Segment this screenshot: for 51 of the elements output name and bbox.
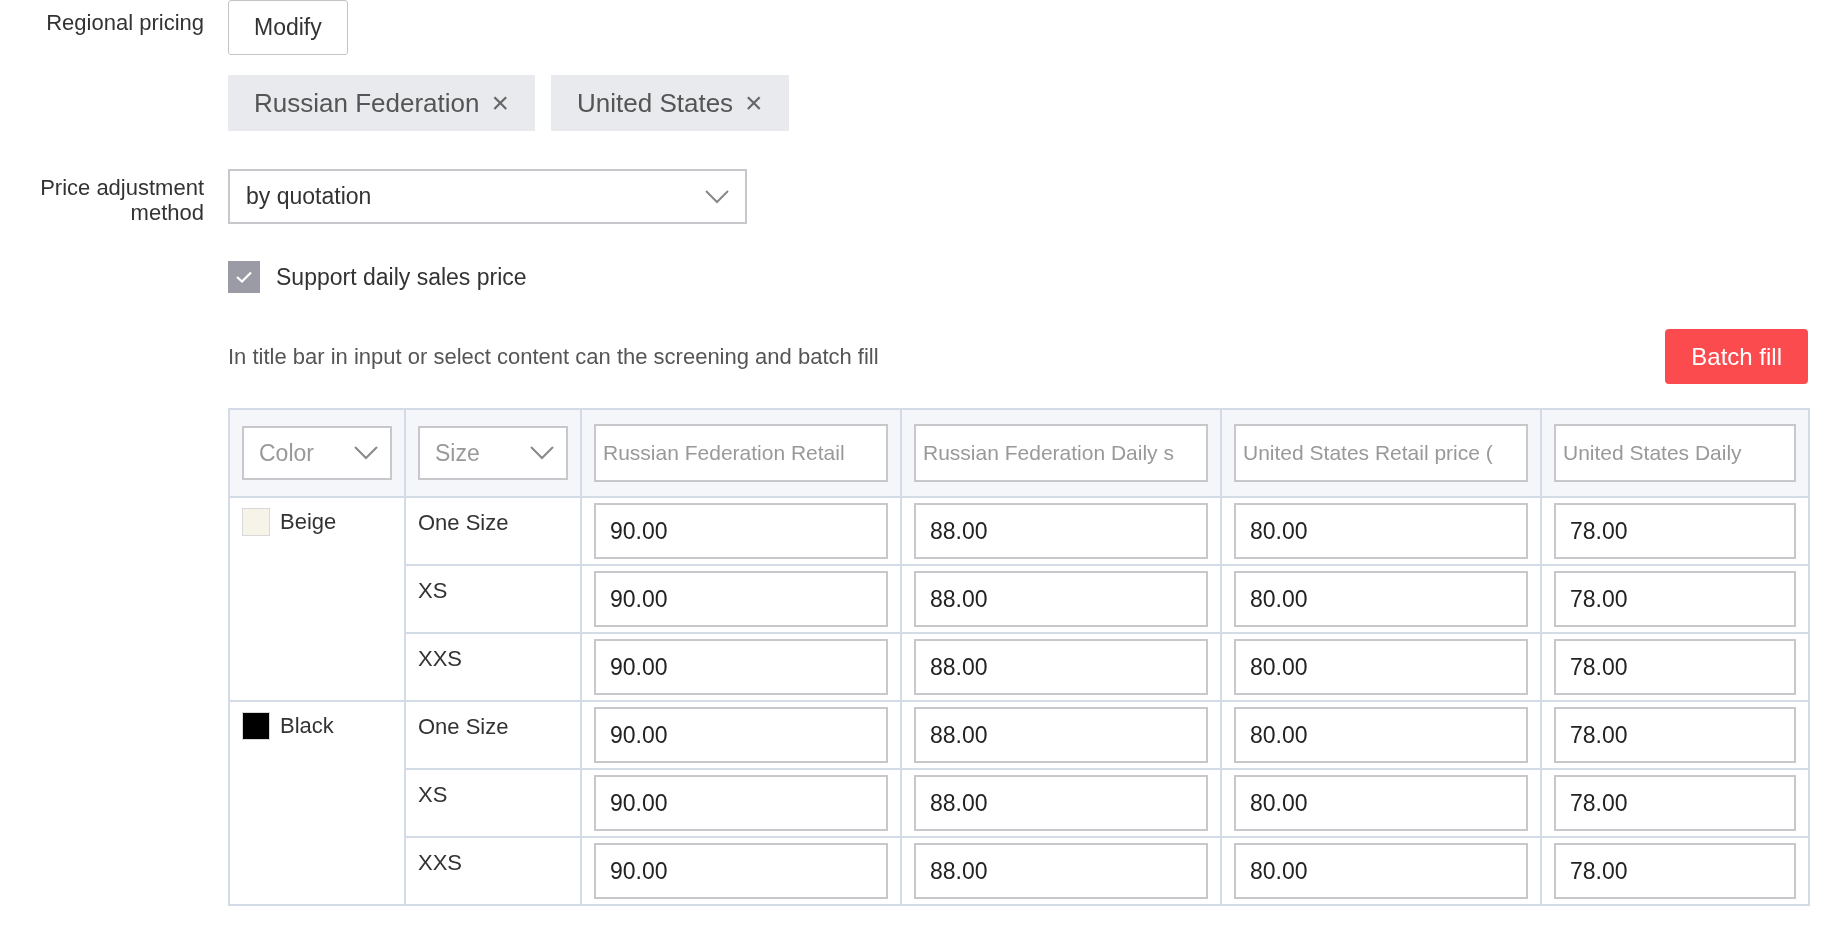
price-input[interactable]: 88.00 xyxy=(914,571,1208,627)
color-name: Black xyxy=(280,713,334,739)
price-input[interactable]: 78.00 xyxy=(1554,707,1796,763)
price-input[interactable]: 80.00 xyxy=(1234,843,1528,899)
size-name: XS xyxy=(418,781,448,808)
filter-input[interactable]: Russian Federation Retail xyxy=(594,424,888,482)
price-input[interactable]: 80.00 xyxy=(1234,571,1528,627)
price-input[interactable]: 78.00 xyxy=(1554,571,1796,627)
price-input[interactable]: 80.00 xyxy=(1234,707,1528,763)
size-name: XS xyxy=(418,577,448,604)
checkbox-label: Support daily sales price xyxy=(276,263,527,291)
modify-button[interactable]: Modify xyxy=(228,0,348,55)
checkbox[interactable] xyxy=(228,261,260,293)
price-input[interactable]: 90.00 xyxy=(594,639,888,695)
chevron-down-icon xyxy=(354,446,378,460)
price-input[interactable]: 88.00 xyxy=(914,503,1208,559)
filter-input[interactable]: United States Daily xyxy=(1554,424,1796,482)
field-label: Regional pricing xyxy=(45,9,204,35)
chevron-down-icon xyxy=(705,189,729,204)
price-input[interactable]: 80.00 xyxy=(1234,503,1528,559)
price-input[interactable]: 88.00 xyxy=(914,639,1208,695)
method-dropdown[interactable]: by quotation xyxy=(228,169,747,224)
price-input[interactable]: 78.00 xyxy=(1554,775,1796,831)
size-name: XXS xyxy=(418,645,463,672)
price-input[interactable]: 90.00 xyxy=(594,843,888,899)
price-input[interactable]: 80.00 xyxy=(1234,775,1528,831)
color-name: Beige xyxy=(280,509,337,535)
hint-text: In title bar in input or select content can the screening and batch fill xyxy=(228,343,879,370)
size-name: XXS xyxy=(418,849,463,876)
filter-input[interactable]: Russian Federation Daily s xyxy=(914,424,1208,482)
price-input[interactable]: 90.00 xyxy=(594,571,888,627)
field-label: Price adjustment method xyxy=(39,174,204,225)
checkmark-icon xyxy=(236,271,252,283)
price-input[interactable]: 78.00 xyxy=(1554,503,1796,559)
chevron-down-icon xyxy=(530,446,554,460)
price-input[interactable]: 90.00 xyxy=(594,503,888,559)
remove-tag-button[interactable]: × xyxy=(745,88,763,118)
size-name: One Size xyxy=(418,509,509,536)
filter-input[interactable]: United States Retail price ( xyxy=(1234,424,1528,482)
price-input[interactable]: 80.00 xyxy=(1234,639,1528,695)
price-input[interactable]: 88.00 xyxy=(914,843,1208,899)
price-input[interactable]: 78.00 xyxy=(1554,843,1796,899)
price-input[interactable]: 90.00 xyxy=(594,775,888,831)
tag-label: Russian Federation xyxy=(254,87,480,119)
price-input[interactable]: 90.00 xyxy=(594,707,888,763)
price-input[interactable]: 88.00 xyxy=(914,775,1208,831)
price-input[interactable]: 88.00 xyxy=(914,707,1208,763)
size-name: One Size xyxy=(418,713,509,740)
remove-tag-button[interactable]: × xyxy=(491,88,509,118)
tag-label: United States xyxy=(577,87,734,119)
price-input[interactable]: 78.00 xyxy=(1554,639,1796,695)
